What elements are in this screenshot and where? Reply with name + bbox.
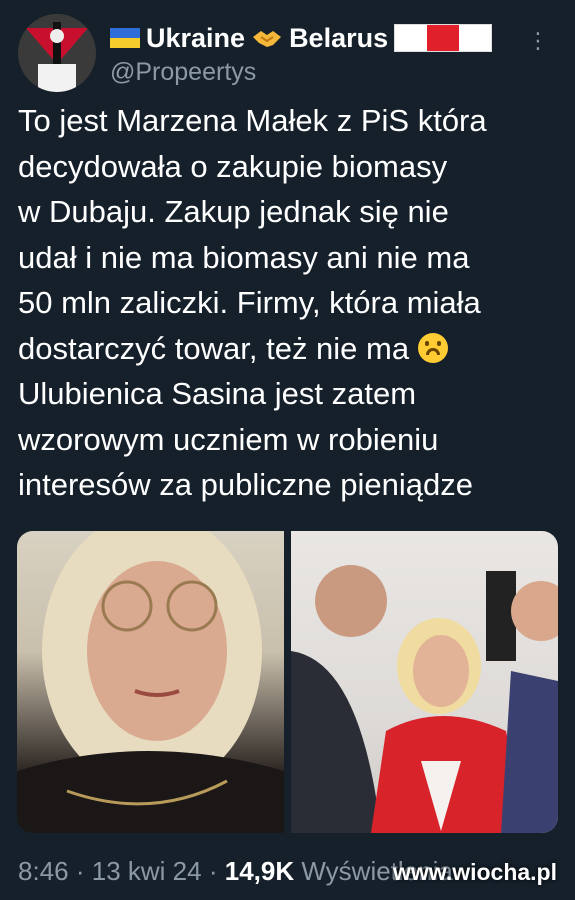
tweet-text-part1: To jest Marzena Małek z PiS która decydo…	[18, 103, 487, 366]
avatar[interactable]	[18, 14, 96, 92]
display-name-ukraine: Ukraine	[146, 22, 246, 53]
more-options-icon[interactable]: ⋮	[527, 28, 549, 54]
photo-woman-portrait[interactable]	[17, 531, 284, 833]
tweet-media[interactable]	[17, 531, 558, 833]
separator: ·	[75, 856, 85, 886]
ukraine-flag-icon	[110, 28, 140, 48]
separator: ·	[208, 856, 218, 886]
tweet-text: To jest Marzena Małek z PiS która decydo…	[18, 98, 563, 508]
tweet-metadata: 8:46 · 13 kwi 24 · 14,9K Wyświetlenia	[18, 856, 453, 887]
upside-down-face-icon	[417, 332, 448, 363]
display-name[interactable]: Ukraine Belarus	[110, 20, 493, 56]
tweet-date[interactable]: 13 kwi 24	[92, 856, 202, 886]
user-handle[interactable]: @Propeertys	[110, 58, 492, 87]
views-count[interactable]: 14,9K	[225, 856, 294, 886]
handshake-icon	[253, 31, 282, 47]
tweet-text-part2: Ulubienica Sasina jest zatem wzorowym uc…	[18, 376, 473, 502]
photo-group-smiling[interactable]	[291, 531, 558, 833]
belarus-flag-icon	[394, 24, 493, 52]
display-name-belarus: Belarus	[289, 22, 389, 53]
tweet-header: Ukraine Belarus @Propeertys ⋮	[18, 14, 561, 94]
tweet-time[interactable]: 8:46	[18, 856, 69, 886]
watermark: www.wiocha.pl	[393, 859, 557, 885]
